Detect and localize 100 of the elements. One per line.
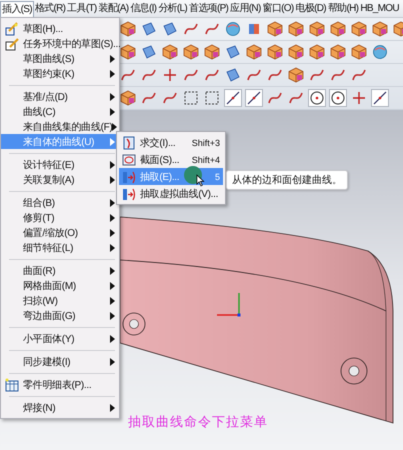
sheet-icon[interactable] — [162, 21, 178, 37]
sphere-icon[interactable] — [225, 21, 241, 37]
sketch-pencil-icon — [5, 36, 19, 50]
menu-bar-item[interactable]: 装配(A) — [98, 1, 130, 16]
cube-icon[interactable] — [309, 44, 325, 60]
menu-item[interactable]: 曲线(C) — [1, 104, 119, 119]
curve-icon[interactable] — [183, 21, 199, 37]
sketch-icon — [5, 22, 19, 36]
curve-icon[interactable] — [267, 67, 283, 83]
sphere-icon[interactable] — [372, 44, 388, 60]
menu-bar-item[interactable]: HB_MOU — [359, 1, 400, 16]
menu-item[interactable]: 组合(B) — [1, 195, 119, 210]
curve-icon[interactable] — [351, 67, 367, 83]
menu-item[interactable]: 焊接(N) — [1, 400, 119, 415]
split-icon[interactable] — [246, 21, 262, 37]
cube-icon[interactable] — [267, 44, 283, 60]
plus-icon[interactable] — [351, 90, 367, 106]
line-icon[interactable] — [246, 90, 262, 106]
sheet-icon[interactable] — [141, 44, 157, 60]
menu-item[interactable]: 求交(I)... Shift+3 — [119, 134, 223, 151]
line-icon[interactable] — [372, 90, 388, 106]
cube-icon[interactable] — [246, 44, 262, 60]
cube-icon[interactable] — [330, 21, 346, 37]
cube-icon[interactable] — [351, 21, 367, 37]
menu-item[interactable]: 草图(H)... — [1, 21, 119, 36]
menu-item[interactable]: 偏置/缩放(O) — [1, 225, 119, 240]
circle-icon[interactable] — [309, 90, 325, 106]
submenu-arrow-icon — [110, 334, 115, 342]
curve-icon[interactable] — [162, 90, 178, 106]
cube-icon[interactable] — [120, 21, 136, 37]
cube-icon[interactable] — [120, 44, 136, 60]
curve-icon[interactable] — [141, 67, 157, 83]
menu-item[interactable]: 来自曲线集的曲线(F) — [1, 119, 119, 134]
submenu-arrow-icon — [110, 404, 115, 412]
menu-item[interactable]: 小平面体(Y) — [1, 331, 119, 346]
circle-icon[interactable] — [330, 90, 346, 106]
extract-icon — [122, 186, 136, 200]
extract-icon — [122, 170, 136, 184]
cube-icon[interactable] — [267, 21, 283, 37]
dashed-box-icon[interactable] — [204, 90, 220, 106]
curve-icon[interactable] — [309, 67, 325, 83]
menu-item[interactable]: 截面(S)... Shift+4 — [119, 151, 223, 168]
menu-bar-item[interactable]: 插入(S) — [0, 0, 34, 16]
dashed-box-icon[interactable] — [183, 90, 199, 106]
tooltip: 从体的边和面创建曲线。 — [226, 170, 348, 190]
table-icon — [5, 378, 19, 392]
cube-icon[interactable] — [309, 21, 325, 37]
cube-icon[interactable] — [204, 44, 220, 60]
sheet-icon[interactable] — [225, 44, 241, 60]
menu-bar-item[interactable]: 应用(N) — [229, 1, 262, 16]
curve-icon[interactable] — [204, 21, 220, 37]
plus-icon[interactable] — [162, 67, 178, 83]
cube-icon[interactable] — [330, 44, 346, 60]
line-icon[interactable] — [225, 90, 241, 106]
curve-icon[interactable] — [120, 67, 136, 83]
menu-item[interactable]: 基准/点(D) — [1, 89, 119, 104]
menu-item[interactable]: 细节特征(L) — [1, 240, 119, 255]
menu-item[interactable]: 网格曲面(M) — [1, 278, 119, 293]
menu-item[interactable]: 设计特征(E) — [1, 157, 119, 172]
cube-icon[interactable] — [120, 90, 136, 106]
curve-icon[interactable] — [183, 67, 199, 83]
menu-item[interactable]: 零件明细表(P)... — [1, 377, 119, 392]
submenu-arrow-icon — [110, 358, 115, 366]
curve-icon[interactable] — [267, 90, 283, 106]
menu-item[interactable]: 修剪(T) — [1, 210, 119, 225]
cube-icon[interactable] — [288, 21, 304, 37]
cursor-icon — [196, 174, 205, 187]
sheet-icon[interactable] — [141, 21, 157, 37]
menu-bar-item[interactable]: 窗口(O) — [262, 1, 295, 16]
cube-icon[interactable] — [288, 44, 304, 60]
menu-item[interactable]: 抽取虚拟曲线(V)... — [119, 185, 223, 202]
cube-icon[interactable] — [162, 44, 178, 60]
intersect-icon — [122, 136, 136, 150]
menu-bar-item[interactable]: 格式(R) — [34, 1, 66, 16]
cube-icon[interactable] — [372, 21, 388, 37]
curve-icon[interactable] — [288, 90, 304, 106]
menu-item[interactable]: 草图约束(K) — [1, 66, 119, 81]
cube-icon[interactable] — [183, 44, 199, 60]
menu-bar-item[interactable]: 信息(I) — [129, 1, 158, 16]
menu-bar-item[interactable]: 电极(D) — [294, 1, 327, 16]
menu-item[interactable]: 草图曲线(S) — [1, 51, 119, 66]
menu-bar-item[interactable]: 首选项(P) — [188, 1, 230, 16]
caption-text: 抽取曲线命令下拉菜单 — [128, 414, 268, 431]
cube-icon[interactable] — [288, 67, 304, 83]
menu-item[interactable]: 任务环境中的草图(S)... — [1, 36, 119, 51]
sheet-icon[interactable] — [225, 67, 241, 83]
cube-icon[interactable] — [351, 44, 367, 60]
curve-icon[interactable] — [204, 67, 220, 83]
curve-icon[interactable] — [246, 67, 262, 83]
menu-bar-item[interactable]: 分析(L) — [157, 1, 188, 16]
curve-icon[interactable] — [330, 67, 346, 83]
curve-icon[interactable] — [141, 90, 157, 106]
menu-item[interactable]: 关联复制(A) — [1, 172, 119, 187]
menu-item[interactable]: 弯边曲面(G) — [1, 308, 119, 323]
menu-item[interactable]: 曲面(R) — [1, 263, 119, 278]
menu-item[interactable]: 同步建模(I) — [1, 354, 119, 369]
menu-bar-item[interactable]: 工具(T) — [66, 1, 98, 16]
menu-bar-item[interactable]: 帮助(H) — [326, 1, 360, 16]
menu-item[interactable]: 扫掠(W) — [1, 293, 119, 308]
section-icon — [122, 152, 136, 166]
